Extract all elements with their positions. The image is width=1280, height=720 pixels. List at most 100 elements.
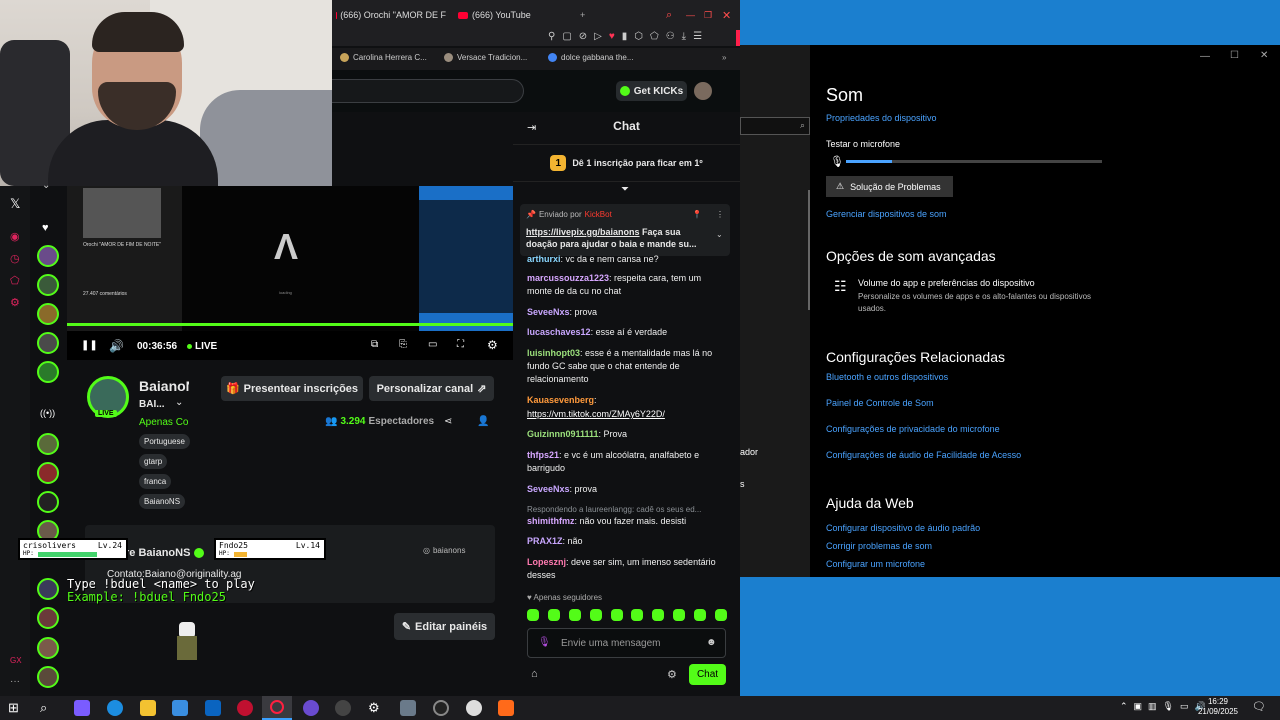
window-minimize-icon[interactable]: — (1200, 51, 1210, 62)
pause-icon[interactable]: ❚❚ (81, 340, 98, 351)
followed-channel-avatar[interactable] (37, 303, 59, 325)
followed-channel-avatar[interactable] (37, 361, 59, 383)
copilot-icon[interactable] (74, 700, 90, 716)
chat-username[interactable]: arthurxi (527, 254, 561, 264)
emote-icon[interactable] (631, 609, 644, 621)
troubleshoot-button[interactable]: ⚠ Solução de Problemas (826, 176, 953, 197)
emote-icon[interactable] (610, 609, 623, 621)
collapse-icon[interactable]: ⌄ (42, 180, 50, 191)
emote-icon[interactable] (589, 609, 602, 621)
chat-settings-icon[interactable]: ⚙ (667, 668, 677, 681)
store-icon[interactable] (172, 700, 188, 716)
browser-tab[interactable]: (666) YouTube (458, 6, 568, 24)
emote-icon[interactable] (673, 609, 686, 621)
clock[interactable]: 16:29 21/09/2025 (1196, 697, 1240, 717)
record-icon[interactable]: ◉ (10, 230, 20, 243)
bookmark-item[interactable]: Carolina Herrera C... (340, 53, 427, 62)
maximize-icon[interactable]: ❐ (704, 6, 712, 24)
app-icon[interactable] (237, 700, 253, 716)
settings-gear-icon[interactable]: ⚙ (487, 338, 498, 352)
windows-start-icon[interactable]: ⊞ (8, 700, 24, 716)
followed-channel-avatar[interactable] (37, 578, 59, 600)
pinned-message[interactable]: 📌 Enviado por KickBot 📍 ⋮ https://livepi… (520, 204, 730, 256)
opera-gx-icon[interactable] (262, 696, 292, 720)
heart-icon[interactable]: ♥ (42, 222, 49, 234)
settings-icon[interactable]: ⚙ (368, 700, 384, 716)
close-icon[interactable]: ✕ (722, 6, 731, 24)
share-icon[interactable]: ⋖ (444, 416, 452, 427)
window-close-icon[interactable]: ✕ (1260, 50, 1268, 61)
related-link[interactable]: Bluetooth e outros dispositivos (826, 372, 948, 382)
chevron-down-icon[interactable]: ⌄ (175, 397, 183, 408)
settings-icon[interactable]: ⚙ (10, 296, 20, 309)
outlook-icon[interactable] (205, 700, 221, 716)
gx-icon[interactable]: GX (10, 656, 22, 665)
emote-icon[interactable] (652, 609, 665, 621)
theater-icon[interactable]: ▭ (428, 339, 437, 350)
chat-username[interactable]: PRAX1Z (527, 536, 563, 546)
manage-devices-link[interactable]: Gerenciar dispositivos de som (826, 209, 947, 219)
tag-chip[interactable]: franca (139, 474, 172, 489)
followed-channel-avatar[interactable] (37, 607, 59, 629)
store-icon[interactable]: ⌂ (531, 668, 538, 680)
followed-channel-avatar[interactable] (37, 245, 59, 267)
followed-channel-avatar[interactable] (37, 433, 59, 455)
followed-channel-avatar[interactable] (37, 332, 59, 354)
filter-icon[interactable]: ⏷ (621, 184, 629, 195)
related-link[interactable]: Configurações de áudio de Facilidade de … (826, 450, 1021, 460)
related-link[interactable]: Configurações de privacidade do microfon… (826, 424, 1000, 434)
chat-username[interactable]: luisinhopt03 (527, 348, 580, 358)
chat-username[interactable]: shimithfmz (527, 516, 575, 526)
volume-icon[interactable]: 🔊 (109, 339, 124, 353)
customize-channel-button[interactable]: Personalizar canal ⇗ (369, 376, 494, 401)
app-icon[interactable] (335, 700, 351, 716)
extension-icons[interactable]: ⚲▢⊘▷♥▮⬡⬠⚇⤓☰ (548, 31, 709, 42)
chat-username[interactable]: thfps21 (527, 450, 559, 460)
progress-bar[interactable] (67, 323, 513, 326)
discord-icon[interactable] (303, 700, 319, 716)
unpin-icon[interactable]: 📍 (692, 210, 702, 219)
user-avatar[interactable] (694, 82, 712, 100)
more-icon[interactable]: ··· (10, 676, 20, 687)
settings-nav-fragment[interactable]: ador (740, 447, 758, 457)
chat-username[interactable]: Guizinnn0911111 (527, 429, 599, 439)
more-bookmarks-icon[interactable]: » (722, 53, 726, 62)
obs-icon[interactable] (433, 700, 449, 716)
user-settings-icon[interactable]: 👤 (477, 416, 489, 427)
video-player[interactable]: Orochi "AMOR DE FIM DE NOITE" 27.407 com… (67, 186, 513, 360)
minimize-icon[interactable]: — (686, 6, 695, 24)
app-volume-link[interactable]: Volume do app e preferências do disposit… (858, 278, 1035, 288)
fullscreen-icon[interactable]: ⛶ (457, 339, 464, 350)
help-link[interactable]: Configurar um microfone (826, 559, 925, 569)
kebab-menu-icon[interactable]: ⋮ (716, 210, 724, 219)
app-icon[interactable] (498, 700, 514, 716)
chat-username[interactable]: marcussouzza1223 (527, 273, 609, 283)
followed-channel-avatar[interactable] (37, 491, 59, 513)
tag-chip[interactable]: Portuguese (139, 434, 190, 449)
chat-input[interactable]: 🎙 Envie uma mensagem ☻ (527, 628, 726, 658)
expand-icon[interactable]: ⌄ (716, 230, 723, 239)
clip-icon[interactable]: ⎘ (399, 339, 407, 350)
edit-panels-button[interactable]: ✎ Editar painéis (394, 613, 495, 640)
bookmark-item[interactable]: dolce gabbana the... (548, 53, 634, 62)
browser-tab[interactable]: (666) Orochi "AMOR DE F (336, 6, 446, 24)
emote-icon[interactable] (568, 609, 581, 621)
category-link[interactable]: Apenas Co (139, 417, 189, 428)
app-icon[interactable] (466, 700, 482, 716)
file-explorer-icon[interactable] (140, 700, 156, 716)
chat-username[interactable]: SeveeNxs (527, 484, 570, 494)
x-icon[interactable]: 𝕏 (10, 196, 20, 212)
clock-icon[interactable]: ◷ (10, 252, 20, 265)
bookmark-item[interactable]: Versace Tradicion... (444, 53, 527, 62)
new-tab-icon[interactable]: + (580, 6, 585, 24)
send-chat-button[interactable]: Chat (689, 664, 726, 685)
settings-nav-fragment[interactable]: s (740, 479, 745, 489)
followed-channel-avatar[interactable] (37, 666, 59, 688)
related-link[interactable]: Painel de Controle de Som (826, 398, 934, 408)
emote-icon[interactable] (527, 609, 539, 621)
help-link[interactable]: Configurar dispositivo de áudio padrão (826, 523, 980, 533)
get-kicks-button[interactable]: Get KICKs (616, 81, 687, 101)
app-icon[interactable] (400, 700, 416, 716)
tag-chip[interactable]: gtarp (139, 454, 168, 469)
settings-search-input[interactable]: ⌕ (740, 117, 810, 135)
